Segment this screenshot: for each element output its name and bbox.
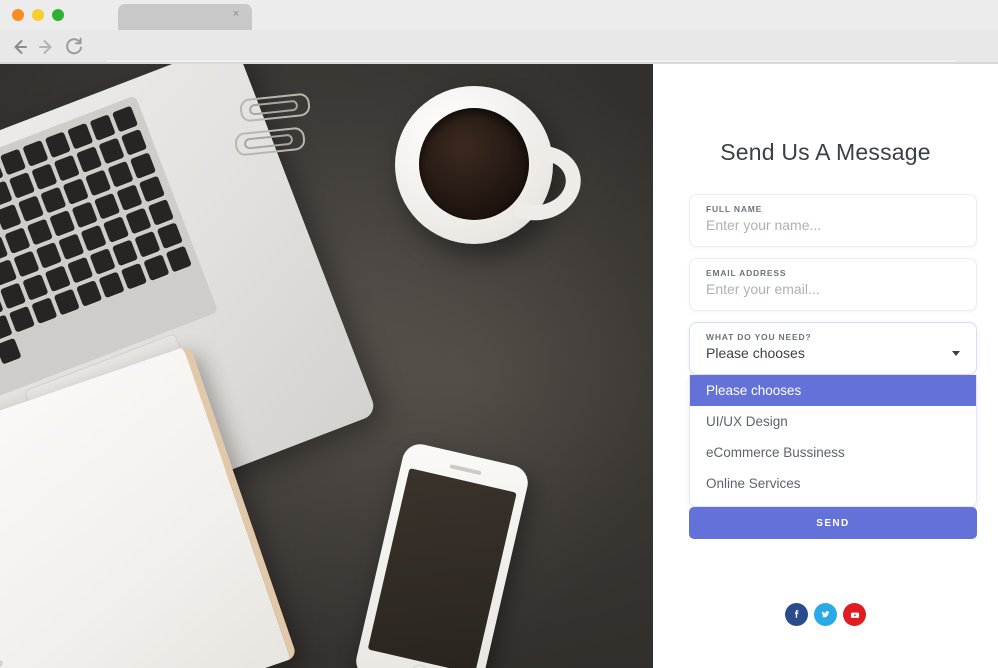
window-controls — [12, 9, 64, 21]
need-select-value: Please chooses — [706, 345, 805, 361]
social-links — [653, 603, 998, 626]
page-title: Send Us A Message — [720, 139, 931, 165]
chevron-down-icon[interactable] — [952, 351, 960, 356]
browser-window: × Send Us A Message FULL NAME Enter your… — [0, 0, 998, 668]
option-ecommerce-bussiness[interactable]: eCommerce Bussiness — [690, 437, 976, 468]
email-address-input[interactable] — [706, 278, 960, 297]
browser-tab[interactable]: × — [118, 4, 252, 30]
facebook-link[interactable] — [785, 603, 808, 626]
navigation-bar — [0, 30, 998, 92]
reload-button[interactable] — [62, 35, 86, 59]
forward-arrow-icon — [39, 40, 52, 54]
option-please-chooses[interactable]: Please chooses — [690, 375, 976, 406]
youtube-icon — [850, 612, 859, 618]
phone-speaker — [449, 464, 482, 476]
contact-form-panel: Send Us A Message FULL NAME EMAIL ADDRES… — [653, 64, 998, 668]
page-content: Send Us A Message FULL NAME EMAIL ADDRES… — [0, 64, 998, 668]
close-window-button[interactable] — [12, 9, 24, 21]
phone-home-button — [408, 662, 431, 668]
browser-chrome: × — [0, 0, 998, 92]
send-button[interactable]: SEND — [689, 507, 977, 539]
coffee-mug-image — [395, 86, 588, 244]
facebook-icon — [794, 610, 799, 618]
tab-close-icon[interactable]: × — [230, 8, 242, 20]
full-name-input[interactable] — [706, 214, 960, 233]
email-address-field[interactable]: EMAIL ADDRESS — [689, 258, 977, 311]
full-name-label: FULL NAME — [706, 204, 763, 214]
email-address-label: EMAIL ADDRESS — [706, 268, 787, 278]
forward-button[interactable] — [34, 35, 58, 59]
twitter-link[interactable] — [814, 603, 837, 626]
back-arrow-icon — [14, 40, 27, 54]
title-bar: × — [0, 0, 998, 30]
need-select-label: WHAT DO YOU NEED? — [706, 332, 812, 342]
twitter-icon — [821, 611, 830, 618]
back-button[interactable] — [8, 35, 32, 59]
desk-photo — [0, 64, 653, 668]
minimize-window-button[interactable] — [32, 9, 44, 21]
youtube-link[interactable] — [843, 603, 866, 626]
coffee-liquid — [419, 108, 529, 220]
maximize-window-button[interactable] — [52, 9, 64, 21]
full-name-field[interactable]: FULL NAME — [689, 194, 977, 247]
need-select[interactable]: WHAT DO YOU NEED? Please chooses — [689, 322, 977, 375]
need-select-options[interactable]: Please chooses UI/UX Design eCommerce Bu… — [689, 375, 977, 507]
option-online-services[interactable]: Online Services — [690, 468, 976, 499]
option-ui-ux-design[interactable]: UI/UX Design — [690, 406, 976, 437]
reload-arrow-icon — [66, 37, 82, 55]
